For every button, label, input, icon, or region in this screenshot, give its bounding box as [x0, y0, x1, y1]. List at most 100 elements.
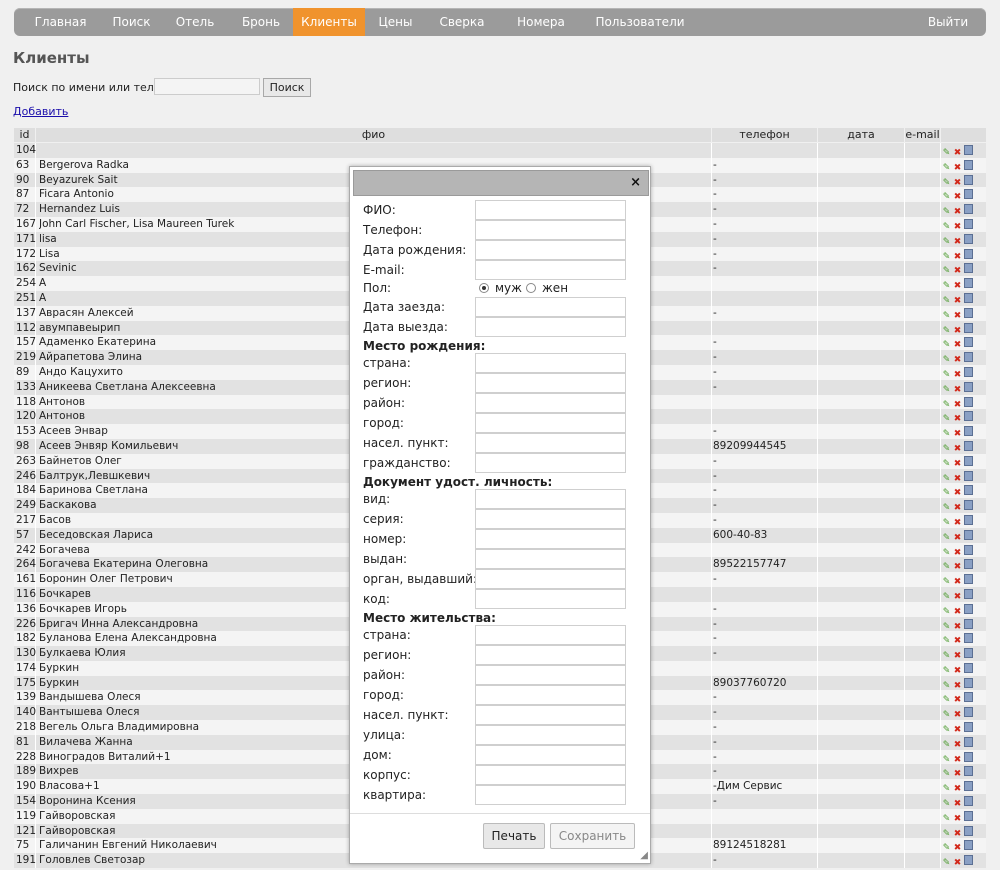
delete-icon[interactable]: ✖: [953, 725, 962, 735]
delete-icon[interactable]: ✖: [953, 281, 962, 291]
print-icon[interactable]: [964, 559, 973, 570]
print-icon[interactable]: [964, 588, 973, 599]
edit-icon[interactable]: ✎: [942, 636, 951, 646]
print-icon[interactable]: [964, 440, 973, 451]
print-icon[interactable]: [964, 825, 973, 836]
edit-icon[interactable]: ✎: [942, 518, 951, 528]
living-input[interactable]: [475, 645, 626, 665]
edit-icon[interactable]: ✎: [942, 592, 951, 602]
delete-icon[interactable]: ✖: [953, 577, 962, 587]
edit-icon[interactable]: ✎: [942, 577, 951, 587]
edit-icon[interactable]: ✎: [942, 784, 951, 794]
birth-input[interactable]: [475, 373, 626, 393]
delete-icon[interactable]: ✖: [953, 562, 962, 572]
nav-item[interactable]: Поиск: [108, 8, 155, 36]
delete-icon[interactable]: ✖: [953, 799, 962, 809]
edit-icon[interactable]: ✎: [942, 814, 951, 824]
print-icon[interactable]: [964, 529, 973, 540]
print-icon[interactable]: [964, 840, 973, 851]
delete-icon[interactable]: ✖: [953, 843, 962, 853]
edit-icon[interactable]: ✎: [942, 296, 951, 306]
edit-icon[interactable]: ✎: [942, 725, 951, 735]
gender-female-radio[interactable]: [526, 283, 536, 293]
edit-icon[interactable]: ✎: [942, 444, 951, 454]
birth-input[interactable]: [475, 353, 626, 373]
edit-icon[interactable]: ✎: [942, 769, 951, 779]
delete-icon[interactable]: ✖: [953, 370, 962, 380]
delete-icon[interactable]: ✖: [953, 429, 962, 439]
logout-link[interactable]: Выйти: [926, 8, 970, 36]
document-input[interactable]: [475, 549, 626, 569]
delete-icon[interactable]: ✖: [953, 592, 962, 602]
print-icon[interactable]: [964, 263, 973, 274]
print-icon[interactable]: [964, 411, 973, 422]
print-icon[interactable]: [964, 307, 973, 318]
resize-handle-icon[interactable]: ◢: [640, 850, 648, 861]
delete-icon[interactable]: ✖: [953, 533, 962, 543]
edit-icon[interactable]: ✎: [942, 607, 951, 617]
field-input[interactable]: [475, 240, 626, 260]
document-input[interactable]: [475, 569, 626, 589]
add-client-link[interactable]: Добавить: [13, 105, 68, 118]
edit-icon[interactable]: ✎: [942, 148, 951, 158]
edit-icon[interactable]: ✎: [942, 488, 951, 498]
living-input[interactable]: [475, 725, 626, 745]
living-input[interactable]: [475, 785, 626, 805]
print-icon[interactable]: [964, 544, 973, 555]
birth-input[interactable]: [475, 453, 626, 473]
print-button[interactable]: Печать: [483, 823, 545, 849]
print-icon[interactable]: [964, 248, 973, 259]
delete-icon[interactable]: ✖: [953, 651, 962, 661]
print-icon[interactable]: [964, 707, 973, 718]
document-input[interactable]: [475, 529, 626, 549]
nav-item[interactable]: Цены: [372, 8, 419, 36]
print-icon[interactable]: [964, 322, 973, 333]
print-icon[interactable]: [964, 233, 973, 244]
print-icon[interactable]: [964, 648, 973, 659]
delete-icon[interactable]: ✖: [953, 237, 962, 247]
edit-icon[interactable]: ✎: [942, 222, 951, 232]
living-input[interactable]: [475, 685, 626, 705]
delete-icon[interactable]: ✖: [953, 548, 962, 558]
print-icon[interactable]: [964, 204, 973, 215]
print-icon[interactable]: [964, 766, 973, 777]
print-icon[interactable]: [964, 366, 973, 377]
delete-icon[interactable]: ✖: [953, 622, 962, 632]
nav-item[interactable]: Сверка: [431, 8, 493, 36]
edit-icon[interactable]: ✎: [942, 666, 951, 676]
birth-input[interactable]: [475, 433, 626, 453]
edit-icon[interactable]: ✎: [942, 843, 951, 853]
close-icon[interactable]: ×: [630, 175, 641, 190]
delete-icon[interactable]: ✖: [953, 252, 962, 262]
living-input[interactable]: [475, 665, 626, 685]
delete-icon[interactable]: ✖: [953, 222, 962, 232]
edit-icon[interactable]: ✎: [942, 740, 951, 750]
delete-icon[interactable]: ✖: [953, 444, 962, 454]
print-icon[interactable]: [964, 159, 973, 170]
delete-icon[interactable]: ✖: [953, 326, 962, 336]
delete-icon[interactable]: ✖: [953, 488, 962, 498]
delete-icon[interactable]: ✖: [953, 769, 962, 779]
delete-icon[interactable]: ✖: [953, 695, 962, 705]
delete-icon[interactable]: ✖: [953, 681, 962, 691]
living-input[interactable]: [475, 705, 626, 725]
edit-icon[interactable]: ✎: [942, 163, 951, 173]
print-icon[interactable]: [964, 574, 973, 585]
nav-item[interactable]: Клиенты: [293, 8, 365, 36]
delete-icon[interactable]: ✖: [953, 385, 962, 395]
edit-icon[interactable]: ✎: [942, 474, 951, 484]
living-input[interactable]: [475, 745, 626, 765]
edit-icon[interactable]: ✎: [942, 207, 951, 217]
delete-icon[interactable]: ✖: [953, 666, 962, 676]
print-icon[interactable]: [964, 352, 973, 363]
delete-icon[interactable]: ✖: [953, 814, 962, 824]
edit-icon[interactable]: ✎: [942, 429, 951, 439]
delete-icon[interactable]: ✖: [953, 858, 962, 868]
search-button[interactable]: Поиск: [263, 78, 311, 97]
field-input[interactable]: [475, 220, 626, 240]
delete-icon[interactable]: ✖: [953, 755, 962, 765]
delete-icon[interactable]: ✖: [953, 503, 962, 513]
edit-icon[interactable]: ✎: [942, 681, 951, 691]
delete-icon[interactable]: ✖: [953, 459, 962, 469]
edit-icon[interactable]: ✎: [942, 237, 951, 247]
